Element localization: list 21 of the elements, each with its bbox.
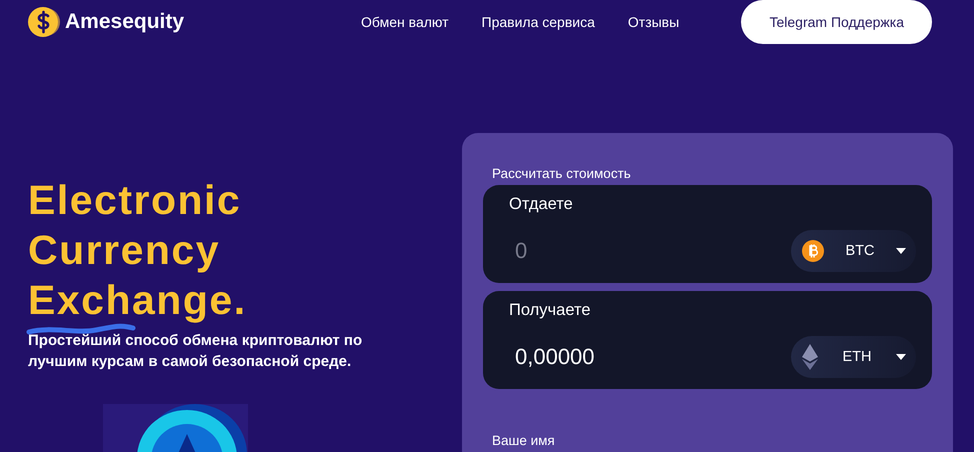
calculate-heading: Рассчитать стоимость xyxy=(492,166,632,181)
amount-input[interactable]: 0 xyxy=(509,238,721,264)
dollar-coin-icon xyxy=(27,5,61,39)
dropdown-caret-icon xyxy=(896,248,906,254)
hero-title-line: Electronic xyxy=(28,180,242,220)
currency-select[interactable]: ETH xyxy=(791,336,916,378)
hero-subtitle: Простейший способ обмена криптовалют по лучшим курсам в самой безопасной среде. xyxy=(28,331,364,372)
nav-link[interactable]: Правила сервиса xyxy=(482,14,595,30)
dropdown-caret-icon xyxy=(896,354,906,360)
amount-label: Отдаете xyxy=(509,195,573,214)
telegram-support-button[interactable]: Telegram Поддержка xyxy=(741,0,932,44)
ethereum-icon xyxy=(802,344,818,370)
amount-input[interactable]: 0,00000 xyxy=(509,344,721,370)
name-field-label: Ваше имя xyxy=(492,433,556,448)
nav-link[interactable]: Обмен валют xyxy=(361,14,449,30)
hero-title-line: Currency xyxy=(28,230,220,270)
currency-select[interactable]: BTC xyxy=(791,230,916,272)
amount-label: Получаете xyxy=(509,301,591,320)
nav-link[interactable]: Отзывы xyxy=(628,14,680,30)
bitcoin-icon xyxy=(802,240,824,262)
logo-text[interactable]: Amesequity xyxy=(65,10,184,34)
